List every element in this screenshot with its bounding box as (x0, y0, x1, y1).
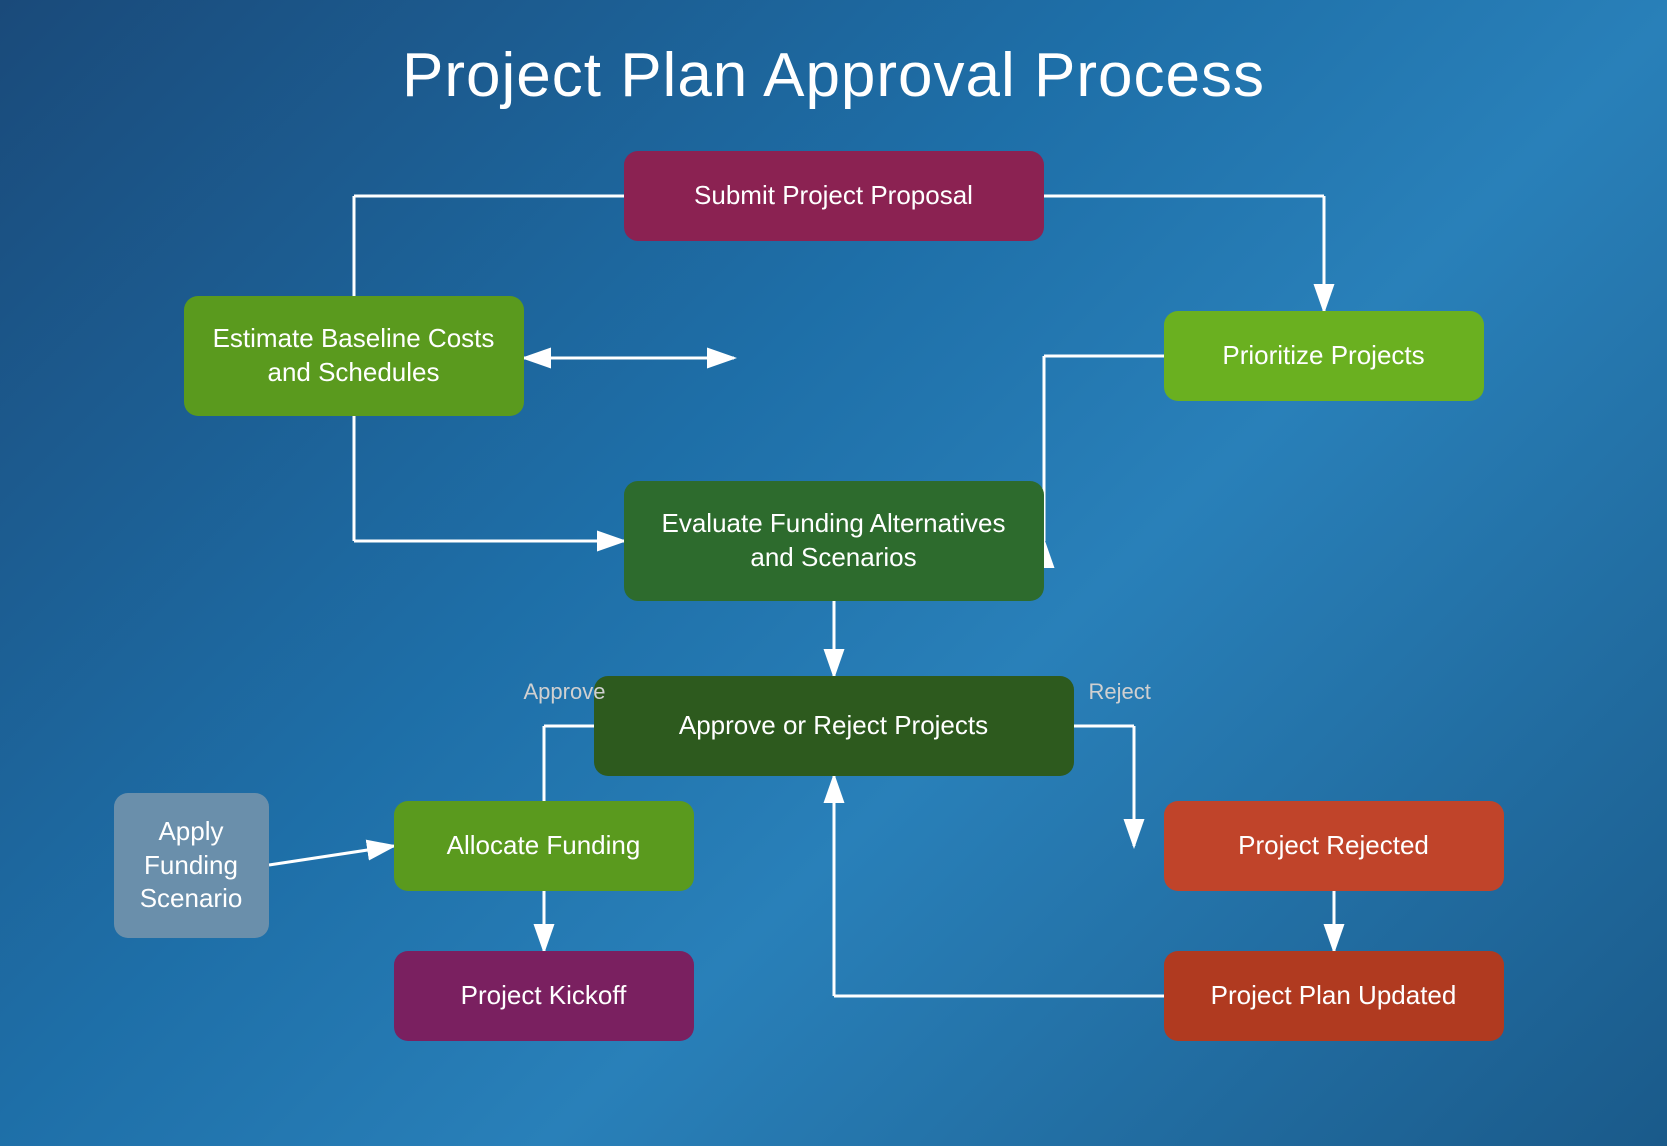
approve-label: Approve (524, 679, 606, 705)
apply-node: Apply Funding Scenario (114, 793, 269, 938)
kickoff-node: Project Kickoff (394, 951, 694, 1041)
plan-updated-node: Project Plan Updated (1164, 951, 1504, 1041)
estimate-node: Estimate Baseline Costs and Schedules (184, 296, 524, 416)
rejected-node: Project Rejected (1164, 801, 1504, 891)
reject-label: Reject (1089, 679, 1151, 705)
evaluate-node: Evaluate Funding Alternatives and Scenar… (624, 481, 1044, 601)
diagram-container: Submit Project Proposal Estimate Baselin… (84, 121, 1584, 1041)
submit-node: Submit Project Proposal (624, 151, 1044, 241)
approve-reject-node: Approve or Reject Projects (594, 676, 1074, 776)
prioritize-node: Prioritize Projects (1164, 311, 1484, 401)
page-title: Project Plan Approval Process (0, 0, 1667, 121)
allocate-node: Allocate Funding (394, 801, 694, 891)
